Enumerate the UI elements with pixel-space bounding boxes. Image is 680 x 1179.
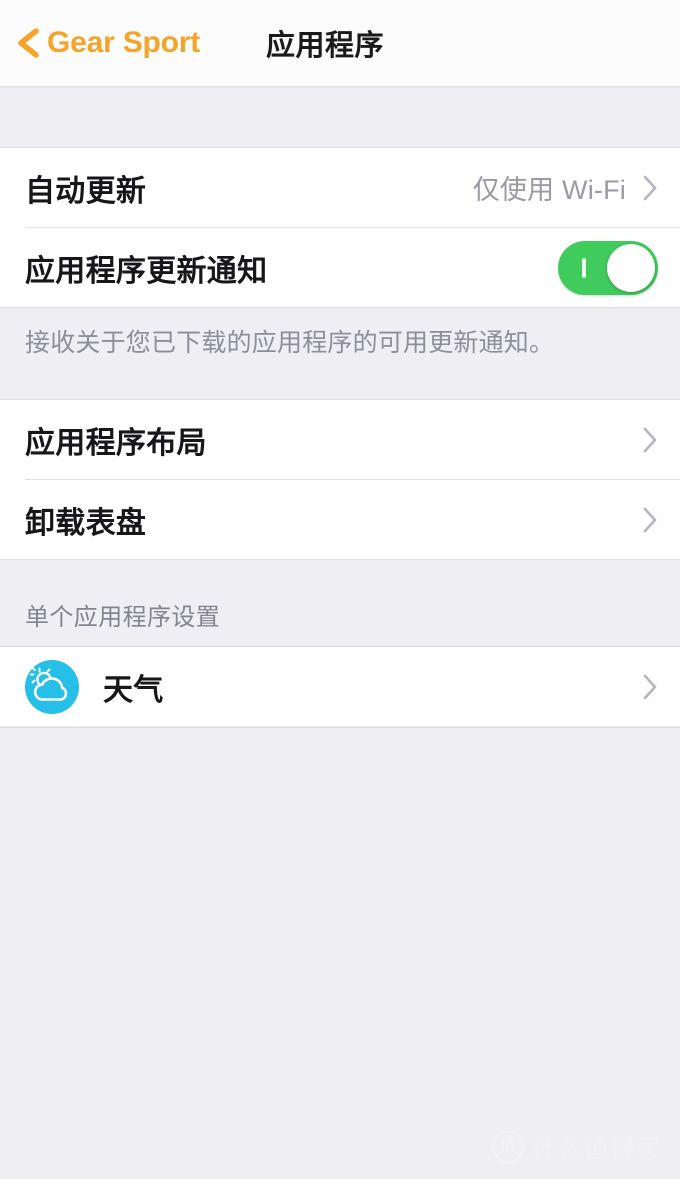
row-weather-app-label: 天气 (103, 673, 164, 707)
watermark-text: 什么值得买 (531, 1135, 662, 1163)
settings-screen: Gear Sport 应用程序 自动更新 仅使用 Wi-Fi 应用程序更新通知 … (0, 0, 680, 1179)
row-app-layout[interactable]: 应用程序布局 (0, 400, 680, 479)
row-app-update-notifications-label: 应用程序更新通知 (25, 254, 268, 288)
row-uninstall-watchface[interactable]: 卸载表盘 (0, 480, 680, 559)
row-app-layout-label: 应用程序布局 (25, 426, 207, 460)
description-band: 接收关于您已下载的应用程序的可用更新通知。 (0, 307, 680, 400)
row-auto-update-label: 自动更新 (25, 174, 147, 208)
chevron-right-icon (643, 674, 657, 699)
back-button-label: Gear Sport (47, 26, 201, 59)
top-spacer (0, 87, 680, 148)
section-header-individual-app-settings: 单个应用程序设置 (25, 604, 221, 631)
app-update-notifications-description: 接收关于您已下载的应用程序的可用更新通知。 (25, 329, 555, 357)
row-app-update-notifications[interactable]: 应用程序更新通知 (0, 228, 680, 307)
section-auto-update: 自动更新 仅使用 Wi-Fi 应用程序更新通知 (0, 148, 680, 307)
chevron-right-icon (643, 427, 657, 452)
chevron-left-icon (18, 28, 39, 58)
chevron-right-icon (643, 175, 657, 200)
navigation-bar: Gear Sport 应用程序 (0, 0, 680, 87)
row-auto-update[interactable]: 自动更新 仅使用 Wi-Fi (0, 148, 680, 227)
section-header-band: 单个应用程序设置 (0, 559, 680, 647)
watermark-badge: 值 (491, 1131, 524, 1163)
page-title: 应用程序 (266, 30, 385, 62)
weather-sun-cloud-icon (25, 659, 79, 714)
row-uninstall-watchface-label: 卸载表盘 (25, 506, 147, 540)
chevron-right-icon (643, 507, 657, 532)
toggle-app-update-notifications[interactable] (558, 240, 658, 295)
row-weather-app[interactable]: 天气 (0, 647, 680, 726)
watermark: 值 什么值得买 (491, 1129, 662, 1165)
toggle-on-mark (582, 257, 586, 278)
toggle-knob (607, 243, 655, 292)
section-bottom-border (0, 726, 680, 728)
back-button[interactable]: Gear Sport (14, 13, 200, 73)
section-app-management: 应用程序布局 卸载表盘 (0, 400, 680, 559)
section-individual-apps: 天气 (0, 647, 680, 726)
row-auto-update-value: 仅使用 Wi-Fi (472, 175, 626, 205)
